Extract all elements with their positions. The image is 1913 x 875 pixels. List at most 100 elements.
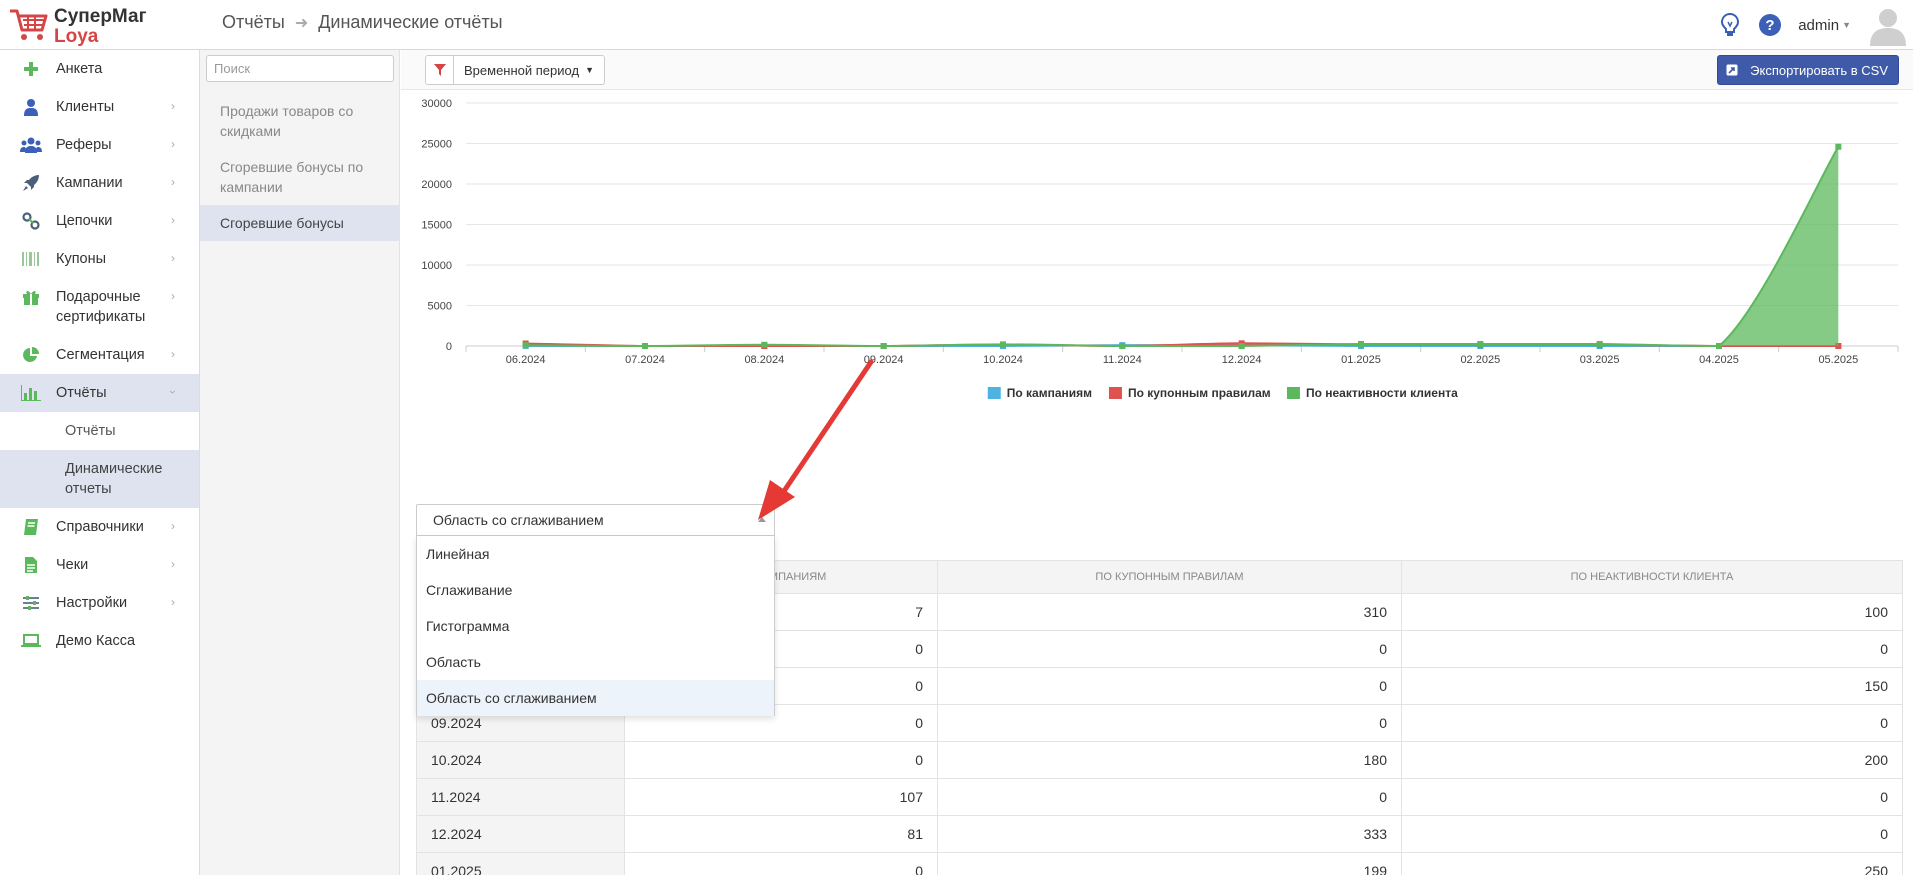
sidebar: Анкета Клиенты › Реферы › Кампании › Цеп… [0,50,200,875]
period-filter: Временной период ▼ [425,55,605,85]
sidebar-item-settings[interactable]: Настройки › [0,584,199,622]
sidebar-item-label: Реферы [56,137,112,153]
chevron-down-icon: › [166,390,180,394]
svg-text:?: ? [1766,17,1775,34]
sidebar-item-label: Отчёты [56,385,107,401]
user-menu[interactable]: admin ▼ [1798,17,1851,34]
report-item-burned-bonuses-by-campaign[interactable]: Сгоревшие бонусы по кампании [200,149,400,205]
data-point [1835,143,1842,150]
report-search-input[interactable] [206,55,394,82]
filter-button[interactable] [426,56,454,84]
data-point [1000,341,1006,348]
data-point [761,341,768,348]
sidebar-item-receipts[interactable]: Чеки › [0,546,199,584]
chevron-right-icon: › [171,137,175,151]
chart-type-option-smooth[interactable]: Сглаживание [417,572,774,608]
lightbulb-icon[interactable] [1718,13,1742,37]
brand-name: СуперМаг [54,6,147,27]
sidebar-item-campaigns[interactable]: Кампании › [0,164,199,202]
link-icon [20,211,42,231]
y-tick-label: 30000 [421,98,452,110]
chart-type-option-area[interactable]: Область [417,644,774,680]
sidebar-subitem-dynamic-reports[interactable]: Динамические отчеты [0,450,199,508]
period-dropdown-button[interactable]: Временной период ▼ [454,56,604,84]
report-item-burned-bonuses[interactable]: Сгоревшие бонусы [200,205,400,241]
sidebar-item-directories[interactable]: Справочники › [0,508,199,546]
table-cell-value: 0 [624,852,938,875]
caret-down-icon: ▼ [585,65,594,75]
y-tick-label: 15000 [421,220,452,232]
x-tick-label: 05.2025 [1818,354,1858,366]
chevron-right-icon: › [171,557,175,571]
avatar[interactable] [1867,4,1909,46]
sidebar-item-profile[interactable]: Анкета [0,50,199,88]
logo[interactable]: СуперМаг Loya [8,4,198,48]
table-cell-value: 0 [1401,630,1903,668]
table-cell-value: 100 [1401,593,1903,631]
column-header-client-inactivity[interactable]: По неактивности клиента [1401,560,1903,594]
breadcrumb: Отчёты ➜ Динамические отчёты [222,12,503,33]
series-line [525,146,1840,348]
table-cell-value: 180 [937,741,1402,779]
table-cell-value: 310 [937,593,1402,631]
sidebar-item-label: Чеки [56,557,89,573]
breadcrumb-reports[interactable]: Отчёты [222,12,285,33]
table-cell-value: 150 [1401,667,1903,705]
report-item-discount-sales[interactable]: Продажи товаров со скидками [200,93,400,149]
legend-swatch [1108,387,1122,399]
table-cell-value: 0 [937,704,1402,742]
period-label: Временной период [464,62,580,78]
export-csv-button[interactable]: Экспортировать в CSV [1717,55,1899,85]
chart-type-option-smooth-area[interactable]: Область со сглаживанием [417,680,774,716]
sidebar-item-referrers[interactable]: Реферы › [0,126,199,164]
table-cell-value: 0 [937,667,1402,705]
table-cell-value: 81 [624,815,938,853]
breadcrumb-dynamic-reports: Динамические отчёты [318,12,503,32]
sidebar-item-chains[interactable]: Цепочки › [0,202,199,240]
y-tick-label: 5000 [428,301,452,313]
table-cell-value: 0 [1401,778,1903,816]
rocket-icon [20,173,42,193]
table-row: 12.2024 81 333 0 [416,815,1903,853]
chart-type-value: Область со сглаживанием [433,512,604,528]
help-icon[interactable]: ? [1758,13,1782,37]
table-cell-value: 199 [937,852,1402,875]
data-point [880,343,887,349]
column-header-coupon-rules[interactable]: По купонным правилам [937,560,1402,594]
x-tick-label: 11.2024 [1103,354,1142,366]
chart-type-select[interactable]: Область со сглаживанием [416,504,775,536]
x-tick-label: 08.2024 [744,354,784,366]
table-cell-value: 0 [937,778,1402,816]
table-cell-period: 12.2024 [416,815,625,853]
table-row: 11.2024 107 0 0 [416,778,1903,816]
users-group-icon [20,135,42,155]
x-tick-label: 10.2024 [983,354,1023,366]
sidebar-item-gift-certificates[interactable]: Подарочные сертификаты › [0,278,199,336]
sidebar-item-reports[interactable]: Отчёты › [0,374,199,412]
chart-type-option-line[interactable]: Линейная [417,536,774,572]
sidebar-item-label: Клиенты [56,99,115,115]
data-point [1358,340,1364,347]
legend-swatch [1286,387,1300,399]
x-tick-label: 02.2025 [1460,354,1500,366]
gift-icon [20,287,42,307]
sidebar-item-coupons[interactable]: Купоны › [0,240,199,278]
sidebar-item-demo-register[interactable]: Демо Касса [0,622,199,660]
chevron-right-icon: › [171,289,175,303]
sidebar-subitem-reports[interactable]: Отчёты [0,412,199,450]
sidebar-item-segmentation[interactable]: Сегментация › [0,336,199,374]
chart-type-option-histogram[interactable]: Гистограмма [417,608,774,644]
data-point [1596,340,1603,347]
filter-icon [433,64,446,76]
sidebar-item-clients[interactable]: Клиенты › [0,88,199,126]
user-name: admin [1798,16,1840,34]
chevron-right-icon: › [171,175,175,189]
data-point [642,343,648,349]
chevron-right-icon: › [171,251,175,265]
data-point [1477,340,1484,347]
chevron-right-icon: › [171,347,175,361]
plus-icon [20,59,42,79]
chart-type-options: Линейная Сглаживание Гистограмма Область… [416,536,775,716]
table-cell-value: 0 [624,741,938,779]
chevron-right-icon: › [171,99,175,113]
